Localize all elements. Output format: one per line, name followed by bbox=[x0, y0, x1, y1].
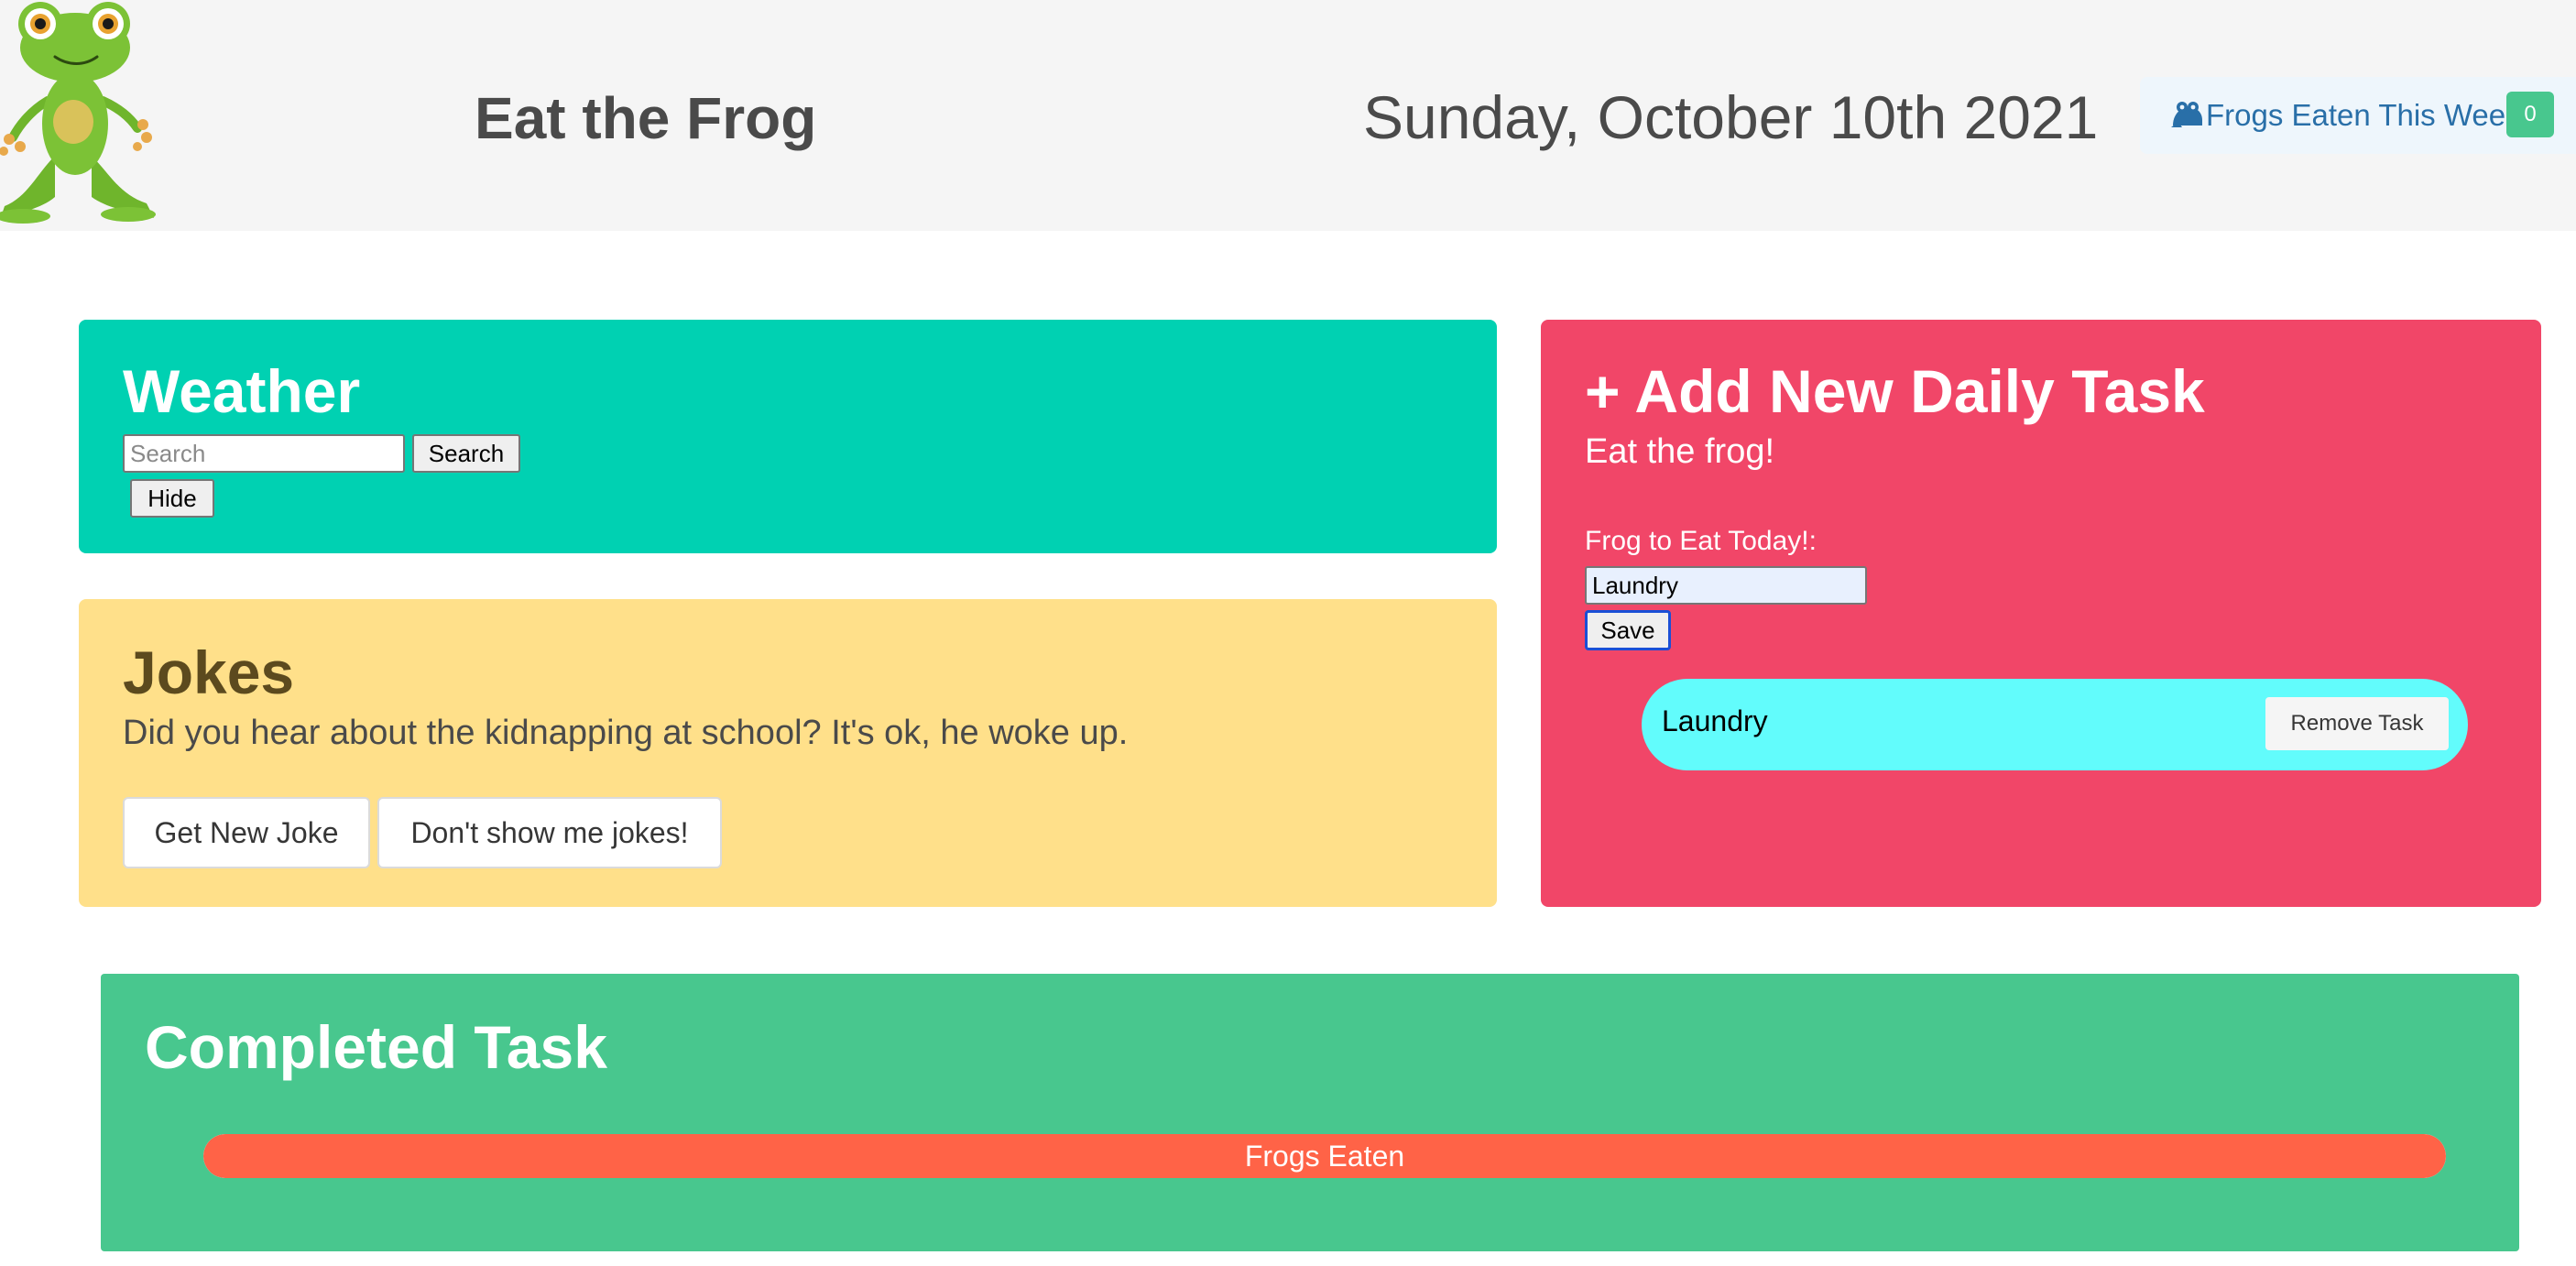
task-list-item: Laundry Remove Task bbox=[1642, 679, 2468, 770]
frogs-eaten-label: Frogs Eaten This Week bbox=[2206, 98, 2521, 132]
frog-mascot-logo bbox=[0, 2, 156, 224]
get-new-joke-button[interactable]: Get New Joke bbox=[123, 797, 370, 868]
add-task-card: + Add New Daily Task Eat the frog! Frog … bbox=[1541, 320, 2541, 907]
app-title: Eat the Frog bbox=[475, 85, 817, 151]
weather-search-button[interactable]: Search bbox=[412, 434, 520, 473]
jokes-card: Jokes Did you hear about the kidnapping … bbox=[79, 599, 1497, 907]
hide-jokes-button[interactable]: Don't show me jokes! bbox=[377, 797, 722, 868]
save-task-button[interactable]: Save bbox=[1585, 610, 1671, 650]
weather-card: Weather Search Hide bbox=[79, 320, 1497, 553]
frog-input-label: Frog to Eat Today!: bbox=[1585, 526, 1817, 556]
frogs-eaten-progress-bar: Frogs Eaten bbox=[203, 1134, 2446, 1178]
progress-label: Frogs Eaten bbox=[1244, 1140, 1405, 1173]
frogs-eaten-count-badge: 0 bbox=[2506, 92, 2554, 137]
frog-icon bbox=[2171, 102, 2202, 127]
frog-task-input[interactable] bbox=[1585, 566, 1867, 605]
weather-search-input[interactable] bbox=[123, 434, 405, 473]
weather-hide-button[interactable]: Hide bbox=[130, 479, 214, 518]
joke-text: Did you hear about the kidnapping at sch… bbox=[123, 714, 1129, 752]
current-date: Sunday, October 10th 2021 bbox=[1363, 83, 2099, 151]
task-item-label: Laundry bbox=[1662, 704, 1768, 737]
add-task-title: + Add New Daily Task bbox=[1585, 357, 2205, 425]
task-subtitle: Eat the frog! bbox=[1585, 432, 1775, 471]
app-header: Eat the Frog Sunday, October 10th 2021 F… bbox=[0, 0, 2576, 231]
weather-title: Weather bbox=[123, 357, 361, 425]
completed-task-title: Completed Task bbox=[145, 1013, 607, 1081]
remove-task-button[interactable]: Remove Task bbox=[2265, 697, 2449, 750]
completed-task-card: Completed Task Frogs Eaten bbox=[101, 974, 2519, 1251]
jokes-title: Jokes bbox=[123, 638, 295, 706]
